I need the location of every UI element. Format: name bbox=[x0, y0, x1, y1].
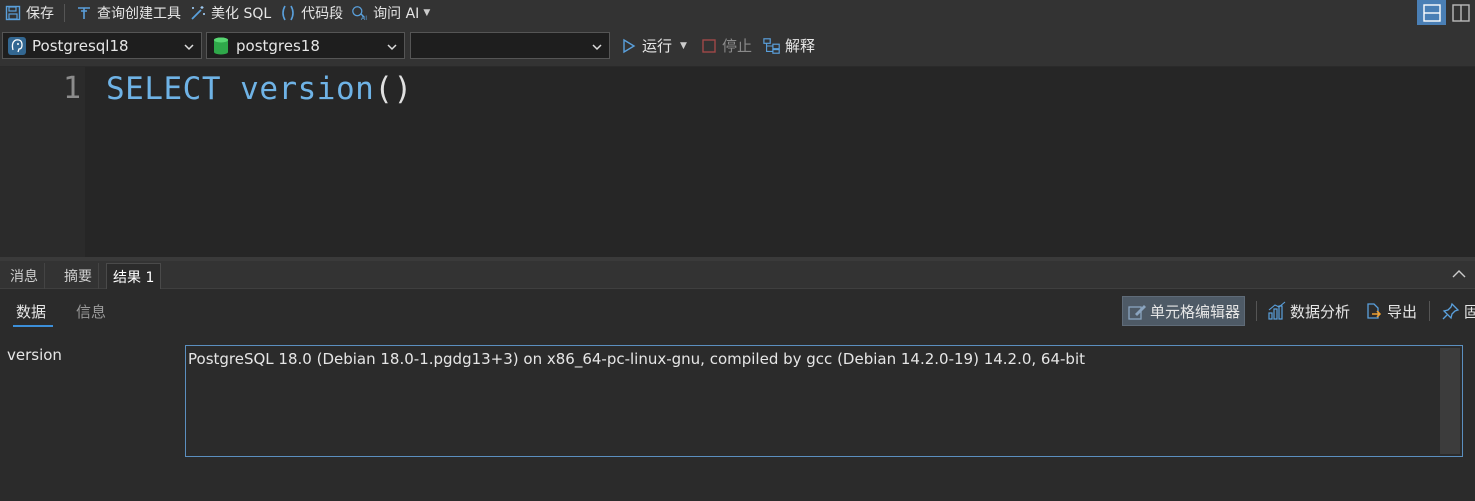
pin-icon bbox=[1441, 301, 1461, 321]
svg-text:AI: AI bbox=[361, 15, 367, 22]
horizontal-split-button[interactable] bbox=[1417, 0, 1446, 25]
code-line[interactable]: SELECT version() bbox=[106, 71, 413, 107]
vertical-scrollbar[interactable] bbox=[1440, 348, 1460, 454]
toolbar-divider bbox=[1256, 301, 1257, 321]
ask-ai-label: 询问 AI bbox=[373, 5, 420, 22]
tab-result-1-label: 结果 1 bbox=[113, 269, 155, 286]
connection-value: Postgresql18 bbox=[32, 36, 129, 55]
query-builder-icon bbox=[75, 4, 93, 22]
stop-label: 停止 bbox=[722, 37, 753, 55]
horizontal-split-icon bbox=[1422, 3, 1441, 22]
sql-function: version bbox=[240, 71, 375, 107]
query-builder-label: 查询创建工具 bbox=[97, 5, 181, 22]
code-snippet-label: 代码段 bbox=[301, 5, 344, 22]
database-select[interactable]: postgres18 bbox=[206, 32, 405, 59]
connection-select[interactable]: Postgresql18 bbox=[2, 32, 202, 59]
save-icon bbox=[4, 4, 22, 22]
bar-chart-icon bbox=[1267, 301, 1287, 321]
line-number: 1 bbox=[62, 71, 81, 106]
tab-data[interactable]: 数据 bbox=[16, 301, 46, 322]
tab-result-1[interactable]: 结果 1 bbox=[106, 263, 162, 289]
edit-icon bbox=[1127, 301, 1147, 321]
ai-assistant-icon: AI bbox=[351, 4, 369, 22]
postgresql-elephant-icon bbox=[7, 36, 27, 56]
sql-parens: () bbox=[374, 71, 413, 107]
stop-button[interactable]: 停止 bbox=[700, 32, 752, 59]
chevron-down-icon[interactable]: ▼ bbox=[680, 41, 687, 51]
data-analysis-button[interactable]: 数据分析 bbox=[1263, 296, 1354, 326]
result-toolbar: 数据 信息 单元格编辑器 数据分析 导出 固 bbox=[0, 289, 1475, 333]
play-icon bbox=[620, 37, 638, 55]
active-tab-indicator bbox=[13, 325, 53, 327]
field-name-version: version bbox=[7, 346, 62, 364]
save-button[interactable]: 保存 bbox=[0, 0, 58, 25]
code-snippet-button[interactable]: 代码段 bbox=[275, 0, 347, 25]
tab-messages-label: 消息 bbox=[10, 269, 38, 285]
pin-label: 固 bbox=[1464, 302, 1475, 321]
run-button[interactable]: 运行 ▼ bbox=[620, 32, 687, 59]
vertical-split-icon bbox=[1451, 3, 1470, 22]
pin-button[interactable]: 固 bbox=[1437, 296, 1475, 326]
ask-ai-button[interactable]: AI 询问 AI ▼ bbox=[347, 0, 434, 25]
chevron-down-icon bbox=[386, 39, 398, 57]
query-builder-button[interactable]: 查询创建工具 bbox=[71, 0, 185, 25]
toolbar-divider bbox=[64, 3, 65, 22]
toolbar-divider bbox=[1429, 301, 1430, 321]
database-icon bbox=[211, 36, 231, 56]
export-button[interactable]: 导出 bbox=[1360, 296, 1421, 326]
tab-summary-label: 摘要 bbox=[64, 269, 92, 285]
explain-button[interactable]: 解释 bbox=[763, 32, 815, 59]
schema-select[interactable] bbox=[410, 32, 610, 59]
code-area[interactable]: SELECT version() bbox=[85, 67, 1475, 257]
layout-switcher bbox=[1417, 0, 1475, 25]
sql-keyword: SELECT bbox=[106, 71, 221, 107]
beautify-sql-label: 美化 SQL bbox=[211, 5, 272, 22]
tab-messages[interactable]: 消息 bbox=[4, 263, 45, 289]
field-value-box[interactable]: PostgreSQL 18.0 (Debian 18.0-1.pgdg13+3)… bbox=[185, 345, 1463, 457]
explain-label: 解释 bbox=[785, 37, 816, 55]
magic-wand-icon bbox=[189, 4, 207, 22]
beautify-sql-button[interactable]: 美化 SQL bbox=[185, 0, 275, 25]
tab-info[interactable]: 信息 bbox=[76, 301, 106, 322]
field-value-text[interactable]: PostgreSQL 18.0 (Debian 18.0-1.pgdg13+3)… bbox=[188, 350, 1085, 368]
tab-summary[interactable]: 摘要 bbox=[58, 263, 99, 289]
chevron-up-icon[interactable] bbox=[1451, 266, 1467, 286]
cell-editor-label: 单元格编辑器 bbox=[1150, 302, 1241, 321]
cell-editor-button[interactable]: 单元格编辑器 bbox=[1122, 296, 1246, 326]
database-value: postgres18 bbox=[236, 36, 320, 55]
export-label: 导出 bbox=[1387, 302, 1418, 321]
explain-icon bbox=[763, 37, 781, 55]
chevron-down-icon[interactable]: ▼ bbox=[423, 8, 430, 18]
chevron-down-icon bbox=[591, 39, 603, 57]
result-tab-bar: 消息 摘要 结果 1 bbox=[0, 261, 1475, 289]
sql-editor[interactable]: 1 SELECT version() bbox=[0, 67, 1475, 257]
run-label: 运行 bbox=[642, 37, 673, 55]
save-label: 保存 bbox=[26, 5, 54, 22]
parentheses-icon bbox=[279, 4, 297, 22]
chevron-down-icon bbox=[183, 39, 195, 57]
main-toolbar: 保存 查询创建工具 美化 SQL 代码段 AI 询问 AI ▼ bbox=[0, 0, 1475, 25]
export-icon bbox=[1364, 301, 1384, 321]
stop-icon bbox=[700, 37, 718, 55]
line-number-gutter: 1 bbox=[0, 67, 85, 257]
data-analysis-label: 数据分析 bbox=[1290, 302, 1351, 321]
vertical-split-button[interactable] bbox=[1446, 0, 1475, 25]
